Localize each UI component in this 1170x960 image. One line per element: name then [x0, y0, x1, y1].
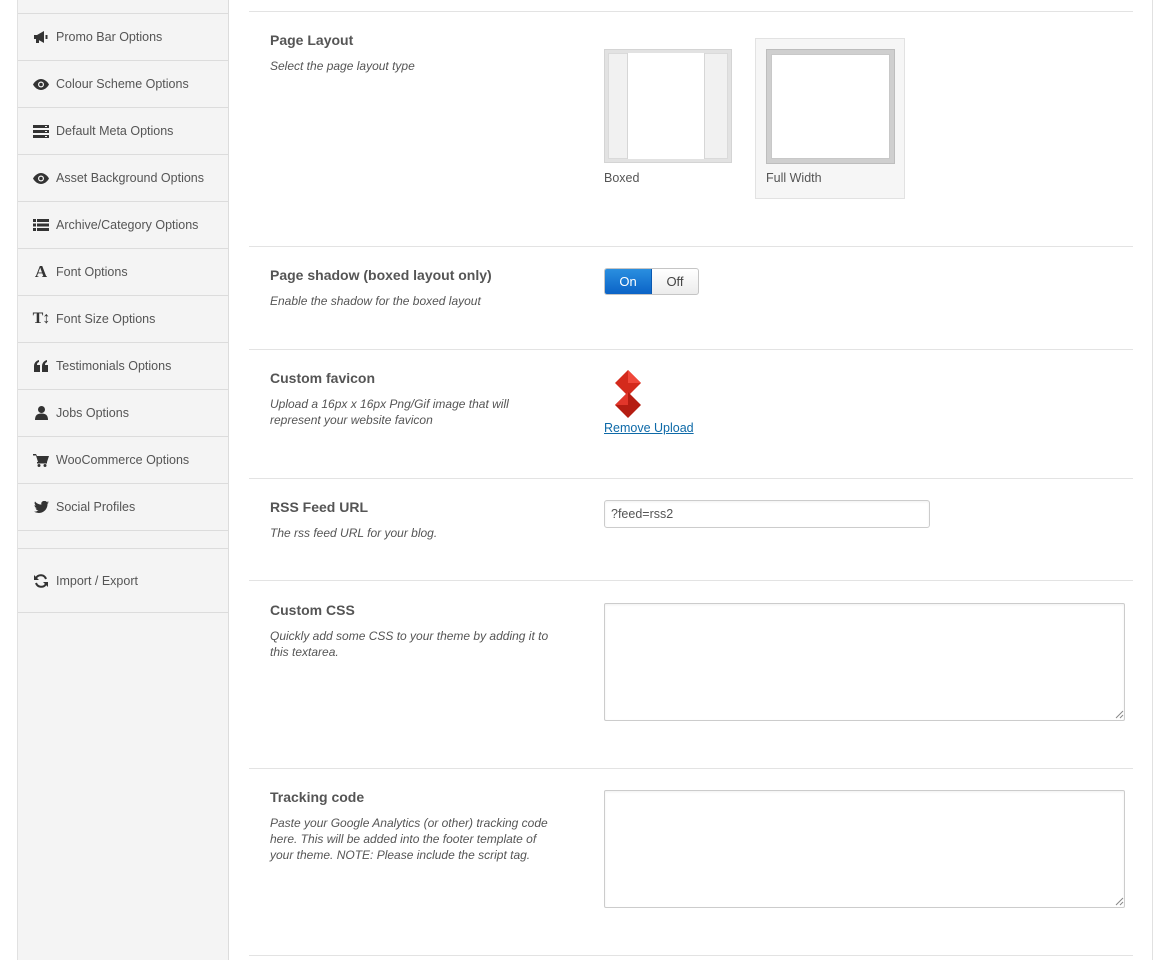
- full-width-selected-frame: Full Width: [755, 38, 905, 199]
- megaphone-icon: [32, 29, 50, 45]
- sidebar-item-font-size[interactable]: T↕ Font Size Options: [18, 296, 228, 343]
- boxed-layout-thumbnail: [604, 49, 732, 163]
- main-options: Page Layout Select the page layout type …: [249, 0, 1133, 960]
- text-height-icon: T↕: [32, 310, 51, 327]
- row-divider: [249, 246, 1133, 247]
- sidebar-item-default-meta[interactable]: Default Meta Options: [18, 108, 228, 155]
- row-divider: [249, 11, 1133, 12]
- rss-feed-title: RSS Feed URL: [270, 499, 369, 515]
- sidebar-item-label: Jobs Options: [56, 406, 129, 420]
- layout-caption-full-width: Full Width: [766, 171, 822, 185]
- rss-feed-desc: The rss feed URL for your blog.: [270, 526, 438, 540]
- page-shadow-desc: Enable the shadow for the boxed layout: [270, 294, 481, 308]
- toggle-on-button[interactable]: On: [605, 269, 652, 294]
- layout-option-boxed[interactable]: Boxed: [604, 49, 732, 189]
- sidebar-item-label: Import / Export: [56, 573, 138, 588]
- toggle-off-button[interactable]: Off: [652, 269, 698, 294]
- layout-caption-boxed: Boxed: [604, 171, 640, 185]
- sidebar-item-label: Testimonials Options: [56, 359, 172, 373]
- cart-icon: [32, 452, 50, 468]
- sidebar-item-label: Asset Background Options: [56, 171, 204, 185]
- rss-feed-url-input[interactable]: [604, 500, 930, 528]
- sidebar-item-import-export[interactable]: Import / Export: [18, 549, 228, 613]
- custom-css-title: Custom CSS: [270, 602, 355, 618]
- row-divider: [249, 349, 1133, 350]
- sidebar-item-label: Font Options: [56, 265, 128, 279]
- sidebar-item-asset-background[interactable]: Asset Background Options: [18, 155, 228, 202]
- eye-icon: [32, 76, 50, 92]
- eye-icon: [32, 170, 50, 186]
- tracking-code-title: Tracking code: [270, 789, 365, 805]
- sidebar-item-colour-scheme[interactable]: Colour Scheme Options: [18, 61, 228, 108]
- page-layout-title: Page Layout: [270, 32, 354, 48]
- row-divider: [249, 955, 1133, 956]
- sidebar-item-archive-category[interactable]: Archive/Category Options: [18, 202, 228, 249]
- sidebar-item-label: Archive/Category Options: [56, 218, 199, 232]
- sidebar-item-label: Colour Scheme Options: [56, 77, 189, 91]
- refresh-icon: [32, 573, 50, 589]
- tracking-code-desc: Paste your Google Analytics (or other) t…: [270, 816, 548, 862]
- list-icon: [32, 217, 50, 233]
- custom-favicon-title: Custom favicon: [270, 370, 376, 386]
- favicon-preview-image: [615, 370, 641, 418]
- sidebar-item-label: WooCommerce Options: [56, 453, 190, 467]
- custom-css-textarea[interactable]: [604, 603, 1125, 721]
- tracking-code-textarea[interactable]: [604, 790, 1125, 908]
- sidebar-item-promo-bar[interactable]: Promo Bar Options: [18, 14, 228, 61]
- remove-upload-link[interactable]: Remove Upload: [604, 421, 694, 435]
- sidebar-item-label: Promo Bar Options: [56, 30, 163, 44]
- font-icon: A: [34, 262, 48, 281]
- layout-option-full-width[interactable]: Full Width: [755, 38, 905, 199]
- row-divider: [249, 478, 1133, 479]
- page-shadow-title: Page shadow (boxed layout only): [270, 267, 492, 283]
- sidebar: Promo Bar Options Colour Scheme Options …: [18, 0, 229, 960]
- quote-icon: [32, 358, 50, 374]
- options-panel-frame: Promo Bar Options Colour Scheme Options …: [17, 0, 1153, 960]
- sidebar-item-jobs[interactable]: Jobs Options: [18, 390, 228, 437]
- sidebar-item-label: Social Profiles: [56, 500, 136, 514]
- custom-css-desc: Quickly add some CSS to your theme by ad…: [270, 629, 549, 659]
- stack-icon: [32, 123, 50, 139]
- custom-favicon-desc: Upload a 16px x 16px Png/Gif image that …: [270, 397, 509, 427]
- sidebar-item-font[interactable]: A Font Options: [18, 249, 228, 296]
- page-shadow-toggle[interactable]: On Off: [604, 268, 699, 295]
- sidebar-item-social-profiles[interactable]: Social Profiles: [18, 484, 228, 531]
- user-icon: [32, 405, 50, 421]
- row-divider: [249, 580, 1133, 581]
- twitter-icon: [32, 499, 50, 515]
- row-divider: [249, 768, 1133, 769]
- full-width-layout-thumbnail: [766, 49, 895, 164]
- page-layout-desc: Select the page layout type: [270, 59, 415, 73]
- sidebar-item-label: Default Meta Options: [56, 124, 174, 138]
- sidebar-item-woocommerce[interactable]: WooCommerce Options: [18, 437, 228, 484]
- sidebar-item-testimonials[interactable]: Testimonials Options: [18, 343, 228, 390]
- sidebar-item-label: Font Size Options: [56, 312, 156, 326]
